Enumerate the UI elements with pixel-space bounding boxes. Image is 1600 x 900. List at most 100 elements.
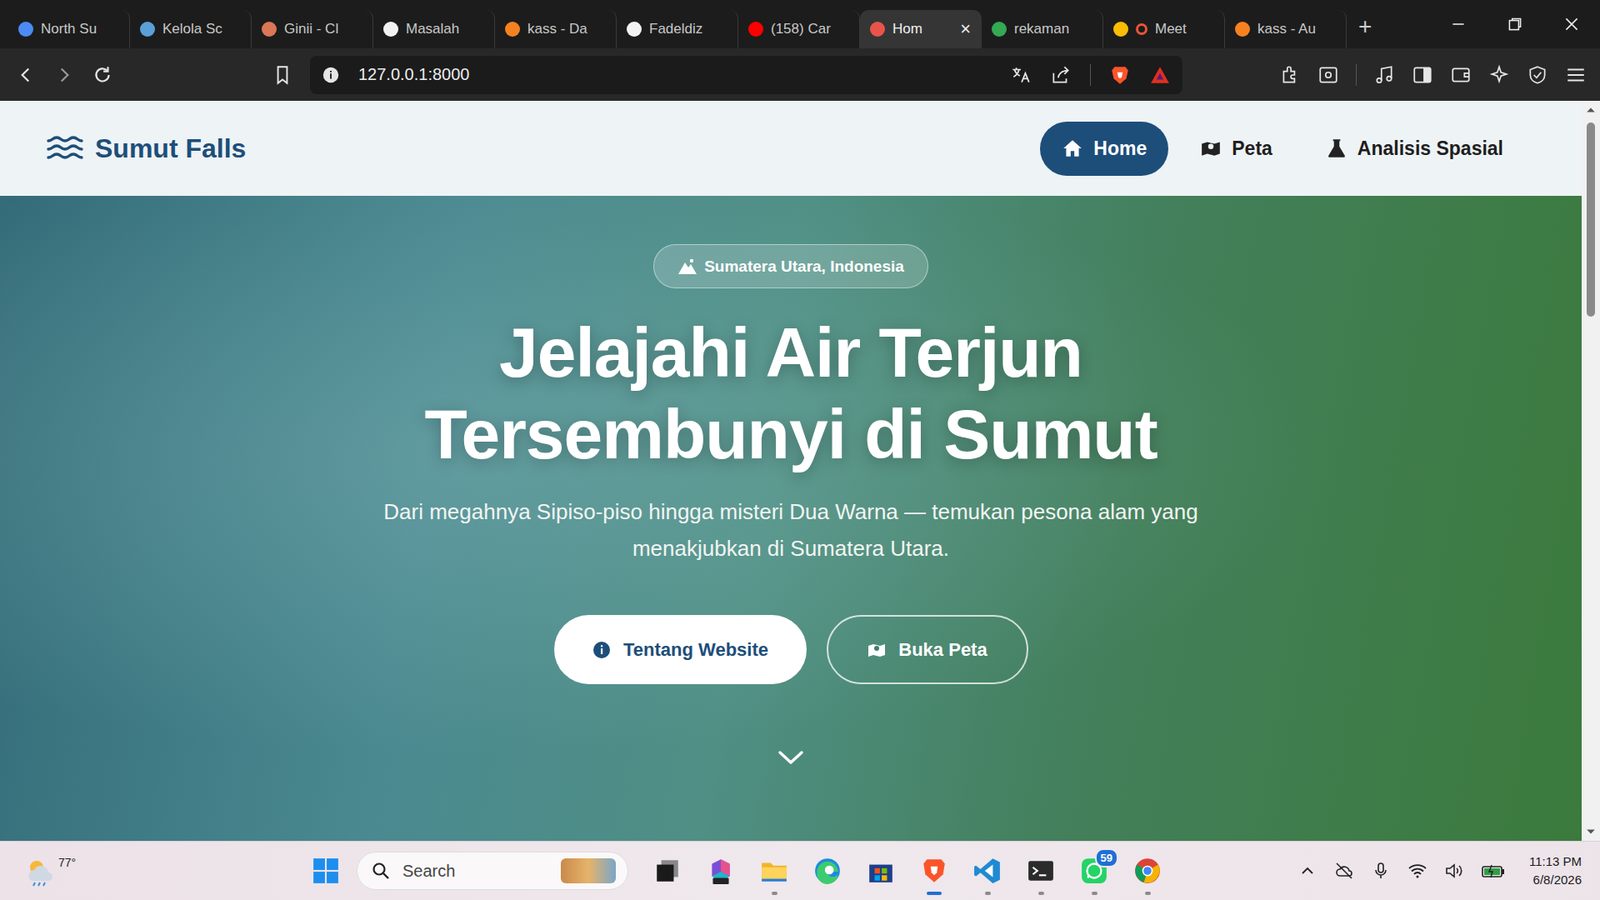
tab-close-button[interactable]: ×: [960, 18, 971, 40]
hero-button[interactable]: Buka Peta: [826, 615, 1029, 685]
browser-viewport: Sumut Falls Home Peta Analisis Spasial S…: [0, 100, 1600, 841]
browser-tab[interactable]: Meet: [1103, 10, 1225, 49]
browser-tab[interactable]: Ginii - Cl: [251, 10, 374, 49]
weather-icon: [23, 854, 57, 888]
hero-button[interactable]: Tentang Website: [554, 615, 807, 685]
map-icon: [866, 640, 887, 660]
browser-toolbar: 127.0.0.1:8000: [0, 48, 1600, 101]
logo-text: Sumut Falls: [95, 133, 246, 165]
hero-title-line: Tersembunyi di Sumut: [424, 393, 1157, 475]
vpn-shield-icon[interactable]: [1526, 64, 1549, 86]
reload-icon[interactable]: [91, 64, 114, 86]
bookmark-icon[interactable]: [271, 64, 294, 86]
battery-icon[interactable]: [1480, 860, 1506, 881]
brave-icon: [920, 856, 949, 885]
search-placeholder: Search: [402, 861, 550, 881]
reader-icon[interactable]: [1317, 64, 1340, 86]
favicon-icon: [991, 21, 1007, 37]
forward-icon[interactable]: [53, 64, 75, 86]
browser-tab[interactable]: rekaman: [981, 10, 1104, 49]
location-badge: Sumatera Utara, Indonesia: [653, 244, 929, 289]
favicon-icon: [383, 21, 399, 37]
address-actions: [1010, 64, 1171, 86]
wifi-icon[interactable]: [1407, 860, 1428, 881]
hero-subtitle: Dari megahnya Sipiso-piso hingga misteri…: [349, 493, 1233, 567]
hero-title: Jelajahi Air TerjunTersembunyi di Sumut: [424, 311, 1157, 475]
tab-label: (158) Car: [770, 20, 850, 38]
search-highlight-icon: [560, 858, 616, 884]
nav-label: Home: [1093, 137, 1147, 160]
favicon-icon: [626, 21, 642, 37]
browser-tab[interactable]: Fadeldiz: [616, 10, 739, 49]
browser-tab[interactable]: Kelola Sc: [130, 10, 252, 49]
browser-tab[interactable]: Masalah: [373, 10, 495, 49]
clock-time: 11:13 PM: [1529, 852, 1582, 871]
browser-tab[interactable]: Hom ×: [860, 10, 982, 49]
volume-icon[interactable]: [1444, 860, 1465, 881]
scroll-thumb[interactable]: [1586, 122, 1595, 317]
nav-item[interactable]: Peta: [1178, 121, 1295, 176]
taskbar-search[interactable]: Search: [356, 851, 629, 890]
terminal-icon: [1026, 856, 1055, 885]
nav-label: Peta: [1231, 137, 1273, 160]
scroll-down-arrow-icon[interactable]: [1585, 822, 1596, 841]
weather-widget[interactable]: 77°: [0, 854, 312, 888]
show-hidden-icons-icon[interactable]: [1297, 860, 1318, 881]
mountain-icon: [677, 256, 698, 277]
favicon-icon: [261, 21, 277, 37]
brave-rewards-icon[interactable]: [1149, 64, 1171, 86]
wallet-icon[interactable]: [1450, 64, 1472, 86]
music-icon[interactable]: [1373, 64, 1395, 86]
m365-icon: [706, 856, 735, 885]
site-navbar: Sumut Falls Home Peta Analisis Spasial: [0, 100, 1582, 196]
map-icon: [1200, 137, 1222, 160]
taskbar-app[interactable]: [920, 850, 949, 892]
close-window-icon[interactable]: [1543, 0, 1600, 49]
favicon-icon: [1235, 21, 1250, 37]
microphone-icon[interactable]: [1370, 860, 1391, 881]
address-bar[interactable]: 127.0.0.1:8000: [310, 55, 1183, 95]
site-logo[interactable]: Sumut Falls: [46, 133, 246, 165]
taskbar-app[interactable]: [706, 850, 735, 892]
favicon-icon: [18, 21, 34, 37]
taskbar-app[interactable]: [760, 850, 789, 892]
browser-tab[interactable]: kass - Au: [1225, 10, 1347, 49]
extensions-icon[interactable]: [1279, 64, 1301, 86]
taskbar-app[interactable]: [813, 850, 842, 892]
scroll-down-icon[interactable]: [777, 749, 805, 766]
tab-label: kass - Da: [527, 20, 606, 38]
browser-tab[interactable]: (158) Car: [738, 10, 860, 49]
taskbar-app[interactable]: [866, 850, 895, 892]
clock[interactable]: 11:13 PM 6/8/2026: [1529, 852, 1582, 890]
back-icon[interactable]: [15, 64, 37, 86]
url-text[interactable]: 127.0.0.1:8000: [358, 65, 992, 85]
taskbar-app[interactable]: [653, 850, 682, 892]
scrollbar[interactable]: [1581, 100, 1600, 841]
nav-item[interactable]: Home: [1040, 121, 1169, 176]
sidebar-icon[interactable]: [1411, 64, 1434, 86]
scroll-up-icon[interactable]: [1585, 100, 1596, 120]
nav-item[interactable]: Analisis Spasial: [1304, 121, 1525, 176]
tab-bar: North Su Kelola Sc Ginii - Cl Masalah ka…: [0, 0, 1600, 49]
site-info-icon[interactable]: [321, 65, 340, 85]
browser-tab[interactable]: North Su: [8, 10, 130, 49]
brave-shields-icon[interactable]: [1109, 64, 1131, 86]
menu-icon[interactable]: [1565, 64, 1587, 86]
favicon-icon: [505, 21, 520, 37]
taskbar-app[interactable]: 59: [1080, 850, 1109, 892]
taskbar-app[interactable]: [1133, 850, 1162, 892]
new-tab-button[interactable]: +: [1346, 13, 1384, 40]
browser-tab[interactable]: kass - Da: [495, 10, 617, 49]
start-icon[interactable]: [311, 856, 340, 885]
leo-ai-icon[interactable]: [1488, 64, 1510, 86]
tab-strip: North Su Kelola Sc Ginii - Cl Masalah ka…: [8, 0, 1384, 49]
translate-icon[interactable]: [1010, 64, 1032, 86]
taskbar-app[interactable]: [1026, 850, 1055, 892]
cloud-off-icon[interactable]: [1334, 860, 1355, 881]
hero-section: Sumatera Utara, Indonesia Jelajahi Air T…: [0, 195, 1582, 841]
taskbar-apps: Search 59: [311, 850, 1162, 892]
restore-icon[interactable]: [1486, 0, 1544, 49]
taskbar-app[interactable]: [973, 850, 1002, 892]
minimize-icon[interactable]: [1430, 0, 1487, 49]
share-icon[interactable]: [1050, 64, 1072, 86]
